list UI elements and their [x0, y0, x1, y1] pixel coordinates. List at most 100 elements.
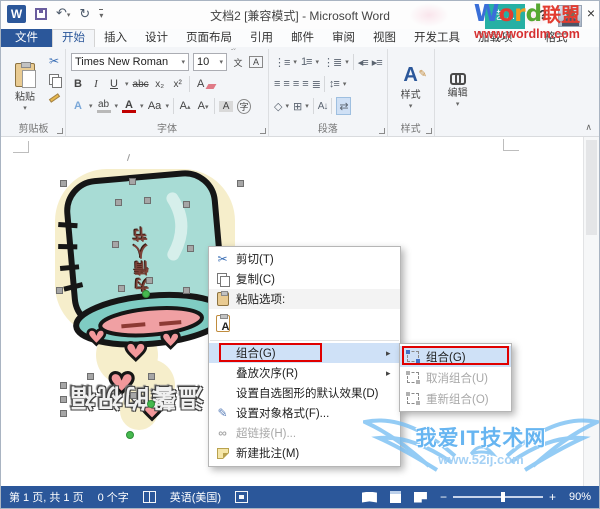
menu-item-copy[interactable]: 复制(C) — [209, 269, 400, 289]
align-center-icon[interactable]: ≡ — [283, 78, 288, 90]
bold-button[interactable]: B — [71, 78, 85, 90]
selection-handle[interactable] — [112, 241, 119, 248]
help-icon[interactable]: ? — [539, 7, 547, 22]
tab-page-layout[interactable]: 页面布局 — [177, 29, 241, 47]
format-painter-icon[interactable] — [49, 93, 60, 103]
menu-item-cut[interactable]: ✂ 剪切(T) — [209, 249, 400, 269]
read-mode-icon[interactable] — [362, 492, 377, 503]
distribute-icon[interactable]: ≣ — [312, 78, 320, 91]
align-left-icon[interactable]: ≡ — [274, 78, 279, 90]
enclose-characters-icon[interactable]: 字 — [237, 99, 251, 114]
highlight-color-icon[interactable]: ab — [97, 100, 111, 113]
superscript-button[interactable]: x² — [171, 79, 185, 90]
character-border-icon[interactable]: A — [249, 56, 263, 68]
selection-handle[interactable] — [129, 178, 136, 185]
tab-view[interactable]: 视图 — [364, 29, 405, 47]
web-layout-icon[interactable] — [414, 492, 427, 503]
styles-button[interactable]: A 样式 ▾ — [393, 51, 429, 123]
tab-addins[interactable]: 加载项 — [469, 29, 522, 47]
tab-home[interactable]: 开始 — [52, 29, 95, 47]
decrease-indent-icon[interactable]: ◂≡ — [358, 56, 368, 69]
font-size-select[interactable]: 10▾ — [193, 53, 227, 71]
font-name-select[interactable]: Times New Roman▾ — [71, 53, 189, 71]
collapse-ribbon-icon[interactable]: ∧ — [585, 122, 592, 133]
clipboard-dialog-launcher-icon[interactable] — [57, 128, 63, 134]
submenu-item-group[interactable]: 组合(G) — [400, 346, 511, 367]
copy-icon[interactable] — [49, 74, 60, 86]
justify-icon[interactable]: ≡ — [302, 78, 307, 90]
line-spacing-icon[interactable]: ↕≡ — [329, 78, 339, 90]
selection-handle[interactable] — [130, 392, 137, 399]
menu-item-new-comment[interactable]: 新建批注(M) — [209, 443, 400, 463]
shrink-font-button[interactable]: A▾ — [196, 100, 210, 112]
selection-handle[interactable] — [115, 199, 122, 206]
tab-insert[interactable]: 插入 — [95, 29, 136, 47]
selection-handle[interactable] — [60, 382, 67, 389]
show-hide-marks-button[interactable]: ⇄ — [336, 97, 350, 115]
tab-review[interactable]: 审阅 — [323, 29, 364, 47]
selection-handle[interactable] — [118, 285, 125, 292]
styles-dialog-launcher-icon[interactable] — [426, 128, 432, 134]
selection-handle[interactable] — [187, 245, 194, 252]
rotation-handle[interactable] — [142, 290, 150, 298]
selection-handle[interactable] — [148, 373, 155, 380]
paste-option-keep-text[interactable]: A — [209, 309, 400, 338]
numbering-icon[interactable]: 1≡ — [301, 56, 312, 68]
menu-item-order[interactable]: 叠放次序(R) ▸ — [209, 363, 400, 383]
user-avatar[interactable] — [558, 5, 582, 27]
zoom-slider-thumb[interactable] — [501, 492, 505, 502]
multilevel-list-icon[interactable]: ⋮≣ — [323, 56, 341, 69]
character-shading-icon[interactable]: A — [219, 101, 233, 112]
sort-icon[interactable]: A↓ — [318, 101, 328, 112]
font-dialog-launcher-icon[interactable] — [260, 128, 266, 134]
grow-font-button[interactable]: A▴ — [178, 100, 192, 112]
selection-handle[interactable] — [56, 287, 63, 294]
proofing-status-icon[interactable] — [143, 491, 156, 503]
close-icon[interactable]: × — [587, 5, 595, 21]
selection-handle[interactable] — [146, 277, 153, 284]
rotation-handle[interactable] — [126, 431, 134, 439]
editing-button[interactable]: 编辑 ▾ — [440, 51, 476, 123]
zoom-slider[interactable] — [453, 496, 543, 498]
align-right-icon[interactable]: ≡ — [293, 78, 298, 90]
underline-button[interactable]: U — [107, 78, 121, 90]
menu-item-format-object[interactable]: ✎ 设置对象格式(F)... — [209, 403, 400, 423]
tab-file[interactable]: 文件 — [1, 29, 52, 47]
selection-handle[interactable] — [144, 197, 151, 204]
cut-icon[interactable]: ✂ — [49, 54, 60, 68]
rotation-handle[interactable] — [147, 400, 155, 408]
bullets-icon[interactable]: ⋮≡ — [274, 56, 289, 69]
shading-icon[interactable]: ◇ — [274, 100, 281, 113]
tab-developer[interactable]: 开发工具 — [405, 29, 469, 47]
zoom-in-button[interactable]: + — [549, 490, 556, 504]
scrollbar-thumb[interactable] — [586, 140, 597, 235]
change-case-button[interactable]: Aa — [148, 100, 162, 112]
contextual-tab-group-wordart[interactable]: 艺... — [485, 4, 525, 29]
subscript-button[interactable]: x₂ — [153, 79, 167, 90]
zoom-level[interactable]: 90% — [569, 491, 591, 503]
increase-indent-icon[interactable]: ▸≡ — [372, 56, 382, 69]
font-color-icon[interactable]: A — [122, 100, 136, 113]
vertical-scrollbar[interactable] — [583, 137, 599, 488]
selection-handle[interactable] — [87, 373, 94, 380]
underline-dropdown-icon[interactable]: ▾ — [125, 80, 129, 88]
paste-button[interactable]: 粘贴 ▾ — [7, 51, 43, 123]
paragraph-dialog-launcher-icon[interactable] — [379, 128, 385, 134]
tab-format[interactable]: 格式 — [536, 29, 577, 47]
italic-button[interactable]: I — [89, 78, 103, 90]
zoom-out-button[interactable]: − — [440, 490, 447, 504]
word-count[interactable]: 0 个字 — [98, 489, 129, 505]
selection-handle[interactable] — [60, 410, 67, 417]
selection-handle[interactable] — [183, 201, 190, 208]
borders-icon[interactable]: ⊞ — [293, 100, 301, 113]
strikethrough-button[interactable]: abc — [133, 79, 149, 90]
language-indicator[interactable]: 英语(美国) — [170, 489, 221, 505]
page-indicator[interactable]: 第 1 页, 共 1 页 — [9, 489, 84, 505]
tab-mailings[interactable]: 邮件 — [282, 29, 323, 47]
menu-item-set-autoshape-defaults[interactable]: 设置自选图形的默认效果(D) — [209, 383, 400, 403]
document-canvas[interactable]: 为情人节 温馨的祝福 ✂ 剪切(T) 复制(C) 粘贴选项: A — [1, 137, 599, 488]
print-layout-icon[interactable] — [390, 491, 401, 503]
wordart-flipped-text[interactable]: 温馨的祝福 — [51, 381, 221, 417]
selection-handle[interactable] — [60, 180, 67, 187]
text-effects-icon[interactable]: A — [71, 100, 85, 112]
